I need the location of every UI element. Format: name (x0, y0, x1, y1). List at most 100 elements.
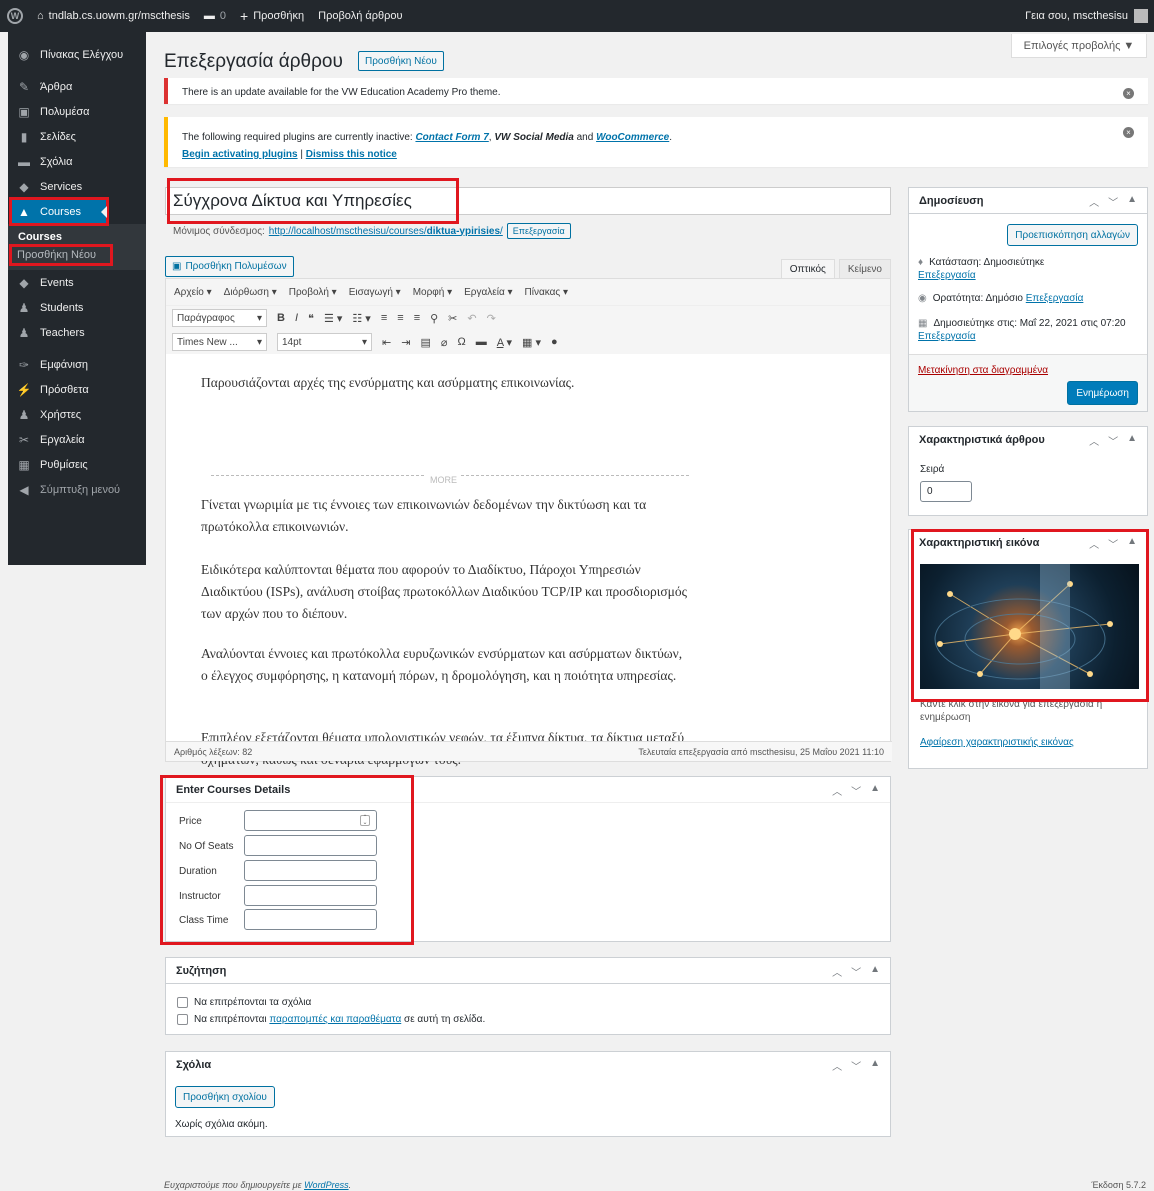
visibility-edit-link[interactable]: Επεξεργασία (1026, 293, 1084, 304)
font-size-select[interactable]: 14pt ▾ (277, 333, 372, 351)
blockquote-icon[interactable]: ❝ (308, 312, 314, 325)
permalink-url[interactable]: http://localhost/mscthesisu/courses/dikt… (269, 226, 503, 237)
view-post-link[interactable]: Προβολή άρθρου (311, 0, 409, 32)
post-title-input[interactable]: Σύγχρονα Δίκτυα και Υπηρεσίες (167, 178, 459, 224)
toggle-icon[interactable]: ▲ (870, 1058, 880, 1073)
site-name-link[interactable]: ⌂ tndlab.cs.uowm.gr/mscthesis (30, 0, 197, 32)
toggle-icon[interactable]: ▲ (1127, 433, 1137, 448)
editor-body[interactable]: Παρουσιάζονται αρχές της ενσύρματης και … (166, 355, 892, 767)
align-center-icon[interactable]: ≡ (397, 312, 403, 324)
wordpress-logo-icon[interactable]: W (0, 0, 30, 32)
wordpress-link[interactable]: WordPress (304, 1180, 349, 1190)
screen-options-button[interactable]: Επιλογές προβολής ▼ (1011, 34, 1147, 58)
menu-collapse[interactable]: ◀ Σύμπτυξη μενού (8, 477, 146, 502)
add-comment-button[interactable]: Προσθήκη σχολίου (175, 1086, 275, 1108)
format-select[interactable]: Παράγραφος ▾ (172, 309, 267, 327)
chevron-up-icon[interactable]: ︿ (832, 1058, 842, 1073)
tab-visual[interactable]: Οπτικός (780, 259, 835, 279)
menu-table[interactable]: Πίνακας ▾ (525, 287, 569, 298)
discussion-title[interactable]: Συζήτηση (166, 958, 890, 984)
chevron-down-icon[interactable]: ﹀ (851, 964, 861, 979)
order-input[interactable]: 0 (920, 481, 972, 502)
chevron-down-icon[interactable]: ﹀ (851, 1058, 861, 1073)
hr-icon[interactable]: ▬ (476, 336, 487, 348)
menu-services[interactable]: ◆ Services (8, 174, 146, 199)
remove-featured-link[interactable]: Αφαίρεση χαρακτηριστικής εικόνας (920, 737, 1074, 748)
menu-dashboard[interactable]: ◉ Πίνακας Ελέγχου (8, 42, 146, 67)
dismiss-icon[interactable]: × (1123, 88, 1134, 99)
font-family-select[interactable]: Times New ... ▾ (172, 333, 267, 351)
align-right-icon[interactable]: ≡ (414, 312, 420, 324)
menu-students[interactable]: ♟ Students (8, 295, 146, 320)
text-color-icon[interactable]: A ▾ (497, 336, 512, 349)
menu-appearance[interactable]: ✑ Εμφάνιση (8, 352, 146, 377)
comments-link[interactable]: ▬ 0 (197, 0, 233, 32)
menu-edit[interactable]: Διόρθωση ▾ (224, 287, 277, 298)
menu-file[interactable]: Αρχείο ▾ (174, 287, 212, 298)
pings-link[interactable]: παραπομπές και παραθέματα (269, 1014, 401, 1025)
bold-icon[interactable]: B (277, 312, 285, 324)
menu-settings[interactable]: ▦ Ρυθμίσεις (8, 452, 146, 477)
menu-format[interactable]: Μορφή ▾ (413, 287, 452, 298)
menu-tools[interactable]: ✂ Εργαλεία (8, 427, 146, 452)
chevron-up-icon[interactable]: ︿ (1089, 433, 1099, 448)
allow-pings-checkbox[interactable] (177, 1014, 188, 1025)
add-media-button[interactable]: ▣ Προσθήκη Πολυμέσων (165, 256, 294, 277)
submenu-add-new[interactable]: Προσθήκη Νέου (9, 244, 113, 266)
submenu-courses[interactable]: Courses (8, 228, 146, 246)
dismiss-icon[interactable]: × (1123, 127, 1134, 138)
contact-form-link[interactable]: Contact Form 7 (415, 132, 488, 143)
help-icon[interactable]: ● (551, 336, 558, 348)
redo-icon[interactable]: ↷ (487, 312, 496, 325)
preview-changes-button[interactable]: Προεπισκόπηση αλλαγών (1007, 224, 1138, 246)
chevron-down-icon[interactable]: ﹀ (851, 783, 861, 798)
my-account[interactable]: Γεια σου, mscthesisu (1025, 9, 1154, 23)
menu-tools[interactable]: Εργαλεία ▾ (464, 287, 512, 298)
menu-media[interactable]: ▣ Πολυμέσα (8, 99, 146, 124)
indent-icon[interactable]: ⇤ (382, 336, 391, 349)
chevron-up-icon[interactable]: ︿ (832, 964, 842, 979)
undo-icon[interactable]: ↶ (467, 312, 476, 325)
tab-text[interactable]: Κείμενο (838, 259, 891, 279)
menu-teachers[interactable]: ♟ Teachers (8, 320, 146, 345)
woocommerce-link[interactable]: WooCommerce (596, 132, 669, 143)
menu-comments[interactable]: ▬ Σχόλια (8, 149, 146, 174)
menu-plugins[interactable]: ⚡ Πρόσθετα (8, 377, 146, 402)
comments-title[interactable]: Σχόλια (166, 1052, 890, 1078)
allow-comments-checkbox[interactable] (177, 997, 188, 1008)
add-new-button[interactable]: Προσθήκη Νέου (358, 51, 444, 71)
chevron-down-icon[interactable]: ﹀ (1108, 433, 1118, 448)
begin-activating-link[interactable]: Begin activating plugins (182, 149, 298, 160)
clear-format-icon[interactable]: ⌀ (441, 336, 448, 349)
align-left-icon[interactable]: ≡ (381, 312, 387, 324)
menu-courses[interactable]: ▲ Courses (9, 197, 109, 226)
toggle-icon[interactable]: ▲ (870, 783, 880, 798)
new-content-link[interactable]: + Προσθήκη (233, 0, 311, 32)
chevron-up-icon[interactable]: ︿ (1089, 194, 1099, 209)
italic-icon[interactable]: I (295, 312, 298, 324)
unlink-icon[interactable]: ✂ (448, 312, 457, 325)
paste-icon[interactable]: ▤ (420, 336, 430, 349)
table-icon[interactable]: ▦ ▾ (522, 336, 541, 349)
edit-slug-button[interactable]: Επεξεργασία (506, 223, 571, 239)
toggle-icon[interactable]: ▲ (1127, 194, 1137, 209)
outdent-icon[interactable]: ⇥ (401, 336, 410, 349)
toggle-icon[interactable]: ▲ (870, 964, 880, 979)
status-edit-link[interactable]: Επεξεργασία (918, 270, 976, 281)
special-char-icon[interactable]: Ω (457, 336, 465, 348)
dismiss-notice-link[interactable]: Dismiss this notice (306, 149, 397, 160)
menu-view[interactable]: Προβολή ▾ (289, 287, 337, 298)
published-edit-link[interactable]: Επεξεργασία (918, 331, 976, 342)
menu-pages[interactable]: ▮ Σελίδες (8, 124, 146, 149)
chevron-down-icon[interactable]: ﹀ (1108, 194, 1118, 209)
menu-events[interactable]: ◆ Events (8, 270, 146, 295)
chevron-up-icon[interactable]: ︿ (832, 783, 842, 798)
menu-posts[interactable]: ✎ Άρθρα (8, 74, 146, 99)
bullet-list-icon[interactable]: ☰ ▾ (324, 312, 342, 325)
menu-insert[interactable]: Εισαγωγή ▾ (349, 287, 401, 298)
update-button[interactable]: Ενημέρωση (1067, 381, 1138, 405)
menu-users[interactable]: ♟ Χρήστες (8, 402, 146, 427)
numbered-list-icon[interactable]: ☷ ▾ (352, 312, 370, 325)
trash-link[interactable]: Μετακίνηση στα διαγραμμένα (918, 365, 1048, 376)
link-icon[interactable]: ⚲ (430, 312, 438, 325)
